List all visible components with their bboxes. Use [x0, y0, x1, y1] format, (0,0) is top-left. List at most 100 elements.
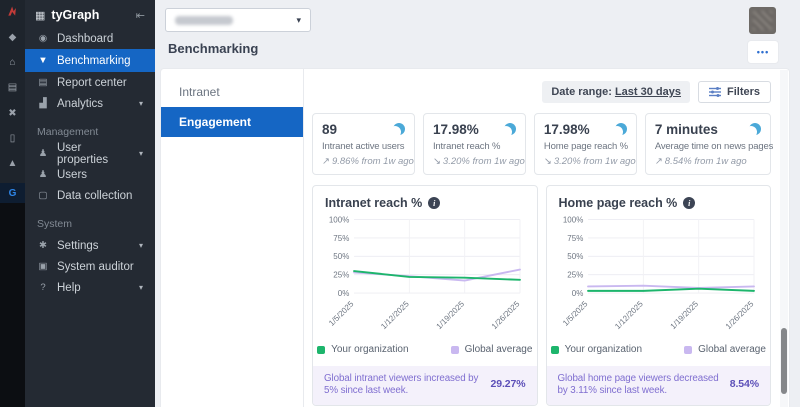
- kpi-row: 89 Intranet active users ↗9.86% from 1w …: [312, 113, 771, 175]
- system-auditor-icon: ▣: [37, 261, 49, 272]
- avatar[interactable]: [749, 7, 776, 34]
- sidebar-item-data-collection[interactable]: ▢ Data collection: [25, 185, 155, 206]
- svg-text:50%: 50%: [567, 252, 583, 261]
- chevron-down-icon: ▾: [139, 149, 143, 158]
- brand-logo-icon[interactable]: [4, 5, 21, 18]
- sidebar-item-label: Settings: [57, 240, 99, 252]
- help-icon: ?: [37, 282, 49, 293]
- sidebar-item-label: Users: [57, 169, 87, 181]
- legend-swatch-purple: [451, 346, 459, 354]
- chevron-down-icon: ▾: [139, 241, 143, 250]
- page-title: Benchmarking: [168, 41, 258, 56]
- tygraph-app-icon[interactable]: G: [0, 183, 25, 203]
- sidebar-item-users[interactable]: ♟ Users: [25, 164, 155, 185]
- icon-rail-items: ◆ ⌂ ▤ ✖ ▯ ▲: [0, 0, 25, 183]
- warning-icon[interactable]: ▲: [0, 158, 25, 170]
- user-properties-icon: ♟: [37, 148, 49, 159]
- sidebar-item-label: System auditor: [57, 261, 134, 273]
- svg-text:0%: 0%: [571, 289, 583, 298]
- sidebar-item-label: Help: [57, 282, 81, 294]
- app-window: ◆ ⌂ ▤ ✖ ▯ ▲ G ▦ tyGraph ⇤ ◉ Dashboard ▼ …: [0, 0, 800, 407]
- sidebar-section-system: System: [25, 206, 155, 235]
- database-icon[interactable]: ▤: [0, 82, 25, 94]
- svg-text:1/12/2025: 1/12/2025: [379, 299, 411, 331]
- moon-benchmark-icon[interactable]: [749, 123, 761, 135]
- svg-text:1/19/2025: 1/19/2025: [668, 299, 700, 331]
- charts-row: Intranet reach % i 0%25%50%75%100%1/5/20…: [312, 185, 771, 406]
- svg-text:100%: 100%: [329, 215, 349, 224]
- bank-icon[interactable]: ⌂: [0, 57, 25, 69]
- date-range-selector[interactable]: Date range: Last 30 days: [542, 81, 690, 103]
- users-icon: ♟: [37, 169, 49, 180]
- sidebar-collapse-icon[interactable]: ⇤: [136, 9, 145, 22]
- svg-text:1/12/2025: 1/12/2025: [613, 299, 645, 331]
- redacted-dropdown-value: [175, 16, 233, 25]
- workspace-dropdown[interactable]: ▾: [165, 8, 311, 32]
- shield-icon[interactable]: ◆: [0, 32, 25, 44]
- moon-benchmark-icon[interactable]: [393, 123, 405, 135]
- sidebar-item-settings[interactable]: ✱ Settings ▾: [25, 235, 155, 256]
- chart-legend: Your organization Global average: [547, 344, 771, 361]
- kpi-intranet-reach: 17.98% Intranet reach % ↘3.20% from 1w a…: [423, 113, 526, 175]
- info-icon[interactable]: i: [683, 197, 695, 209]
- data-collection-icon: ▢: [37, 190, 49, 201]
- kpi-intranet-active-users: 89 Intranet active users ↗9.86% from 1w …: [312, 113, 415, 175]
- kpi-label: Intranet reach %: [433, 141, 516, 152]
- sidebar-item-label: Report center: [57, 77, 127, 89]
- app-name: tyGraph: [51, 8, 99, 22]
- trend-up-icon: ↗: [655, 156, 663, 167]
- moon-benchmark-icon[interactable]: [504, 123, 516, 135]
- sidebar-item-label: Dashboard: [57, 33, 113, 45]
- insight-text: Global intranet viewers increased by 5% …: [324, 373, 482, 398]
- insight-value: 8.54%: [730, 378, 759, 392]
- filters-button[interactable]: Filters: [698, 81, 771, 103]
- sidebar-item-report-center[interactable]: ▤ Report center: [25, 72, 155, 93]
- mobile-icon[interactable]: ▯: [0, 133, 25, 145]
- trend-down-icon: ↘: [433, 156, 441, 167]
- svg-text:75%: 75%: [333, 234, 349, 243]
- sidebar-item-label: Benchmarking: [57, 55, 131, 67]
- more-options-button[interactable]: •••: [747, 40, 779, 64]
- filter-sliders-icon: [709, 87, 721, 97]
- insight-banner: Global home page viewers decreased by 3.…: [547, 366, 771, 405]
- sidebar-item-help[interactable]: ? Help ▾: [25, 277, 155, 298]
- tab-intranet[interactable]: Intranet: [161, 77, 303, 107]
- settings-icon: ✱: [37, 240, 49, 251]
- sidebar-item-user-properties[interactable]: ♟ User properties ▾: [25, 143, 155, 164]
- scrollbar-thumb[interactable]: [781, 328, 787, 394]
- kpi-label: Average time on news pages: [655, 141, 761, 152]
- kpi-label: Intranet active users: [322, 141, 405, 152]
- filters-label: Filters: [727, 86, 760, 98]
- svg-text:100%: 100%: [562, 215, 582, 224]
- app-grid-icon: ▦: [35, 9, 45, 22]
- vertical-scrollbar[interactable]: [780, 70, 788, 407]
- tools-icon[interactable]: ✖: [0, 107, 25, 119]
- trend-up-icon: ↗: [322, 156, 330, 167]
- info-icon[interactable]: i: [428, 197, 440, 209]
- home-page-reach-chart-card: Home page reach % i 0%25%50%75%100%1/5/2…: [546, 185, 772, 406]
- sidebar-item-analytics[interactable]: ▟ Analytics ▾: [25, 93, 155, 114]
- analytics-icon: ▟: [37, 98, 49, 109]
- sidebar-item-system-auditor[interactable]: ▣ System auditor: [25, 256, 155, 277]
- kpi-label: Home page reach %: [544, 141, 627, 152]
- svg-text:1/26/2025: 1/26/2025: [490, 299, 522, 331]
- legend-global-average: Global average: [684, 344, 766, 355]
- dashboard-icon: ◉: [37, 33, 49, 44]
- legend-your-organization: Your organization: [317, 344, 408, 355]
- insight-text: Global home page viewers decreased by 3.…: [558, 373, 722, 398]
- chart-title: Home page reach %: [559, 196, 678, 210]
- legend-your-organization: Your organization: [551, 344, 642, 355]
- chart-legend: Your organization Global average: [313, 344, 537, 361]
- sidebar-item-dashboard[interactable]: ◉ Dashboard: [25, 28, 155, 49]
- kpi-home-page-reach: 17.98% Home page reach % ↘3.20% from 1w …: [534, 113, 637, 175]
- moon-benchmark-icon[interactable]: [615, 123, 627, 135]
- sidebar-section-management: Management: [25, 114, 155, 143]
- kpi-trend: ↘3.20% from 1w ago: [433, 156, 516, 167]
- tab-engagement[interactable]: Engagement: [161, 107, 303, 137]
- sidebar-item-benchmarking[interactable]: ▼ Benchmarking: [25, 49, 155, 72]
- date-range-value-link[interactable]: Last 30 days: [615, 86, 681, 98]
- svg-text:1/26/2025: 1/26/2025: [723, 299, 755, 331]
- svg-text:25%: 25%: [333, 271, 349, 280]
- kpi-trend: ↘3.20% from 1w ago: [544, 156, 627, 167]
- svg-text:25%: 25%: [567, 271, 583, 280]
